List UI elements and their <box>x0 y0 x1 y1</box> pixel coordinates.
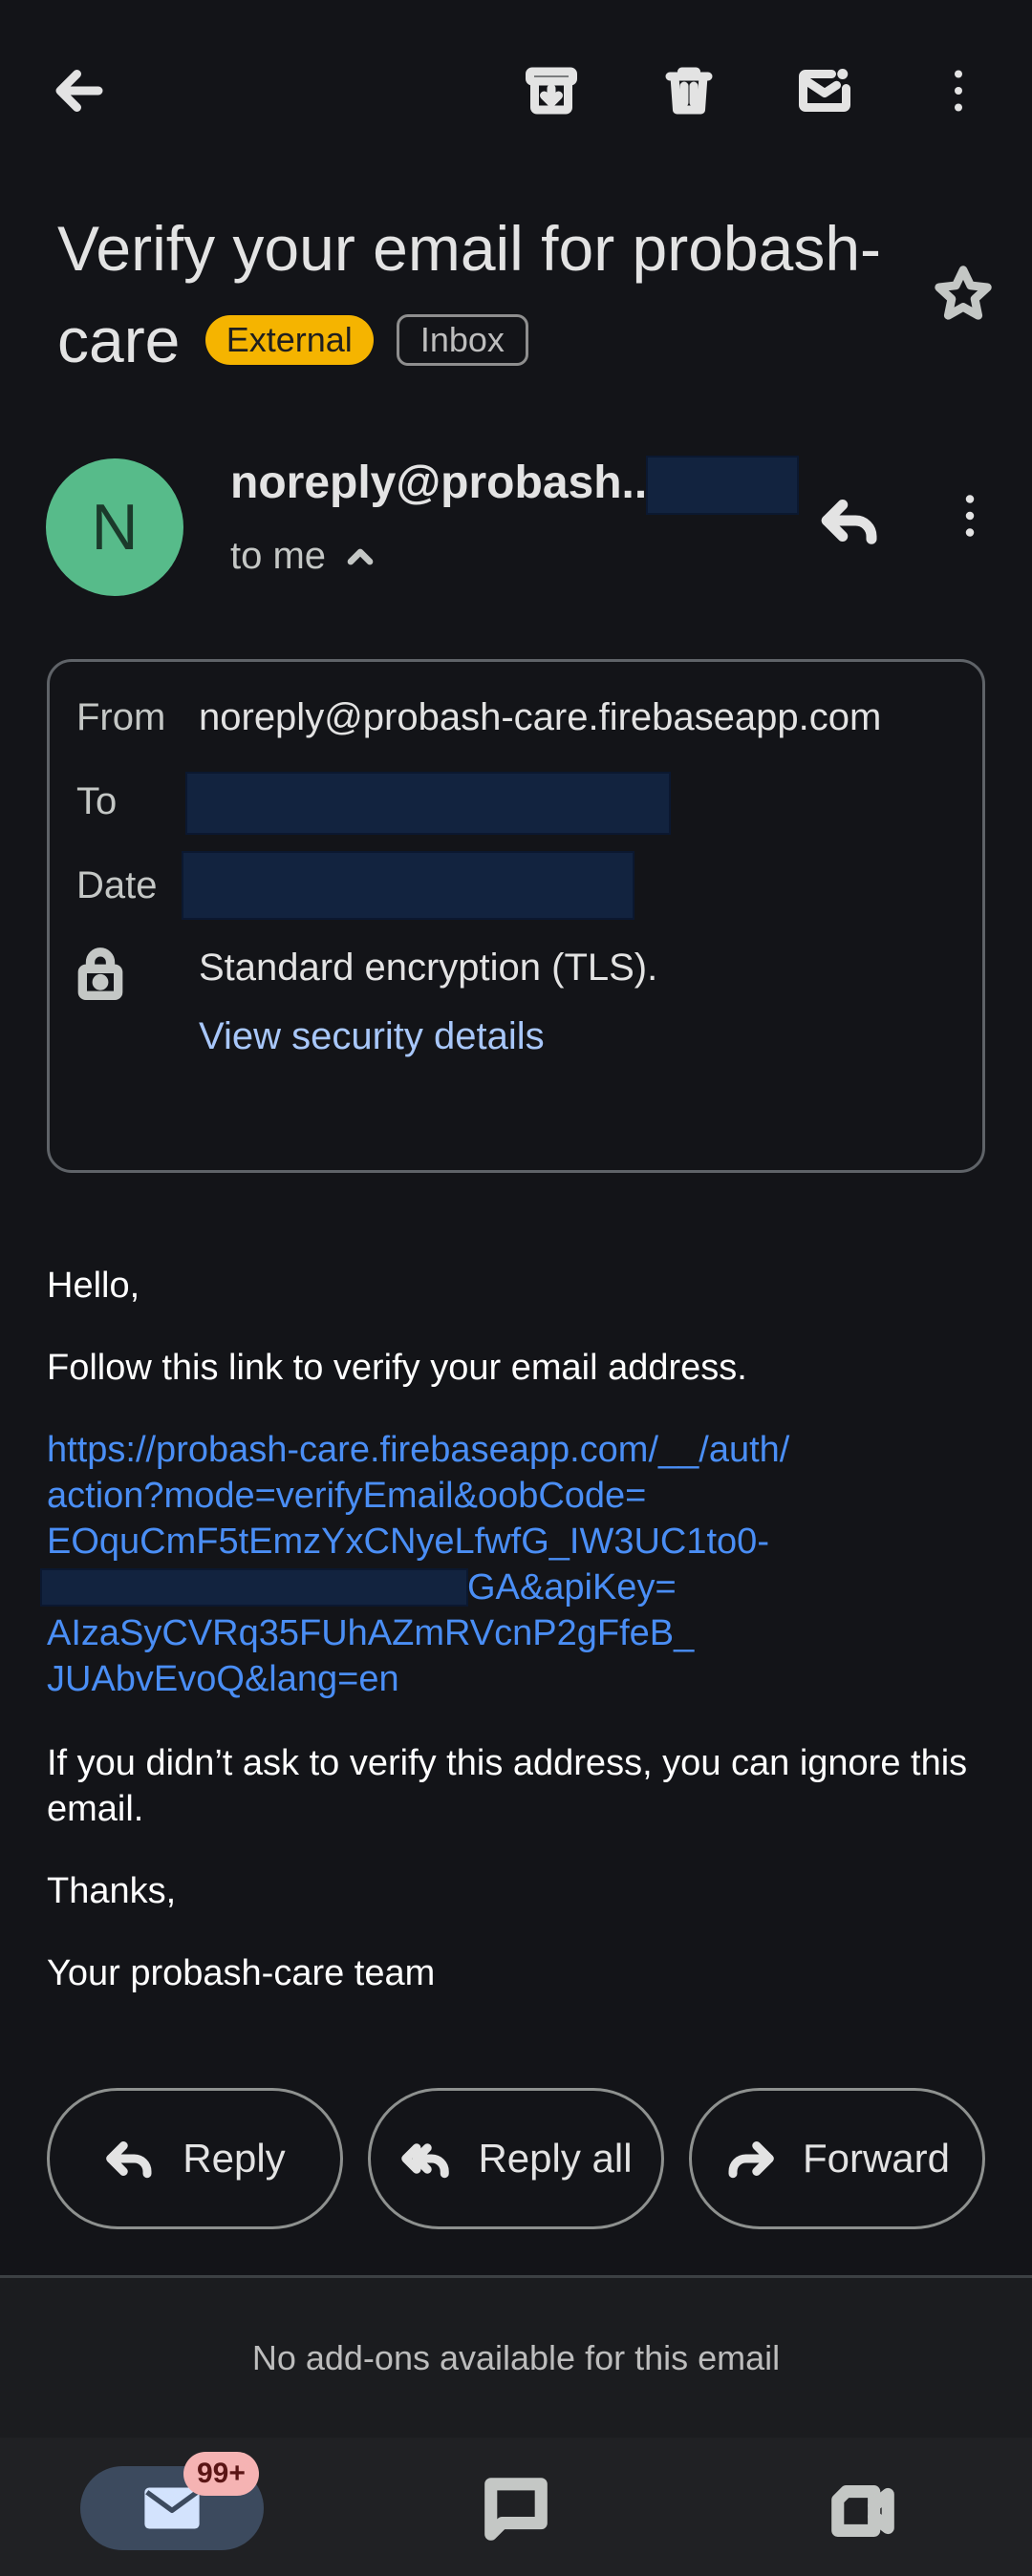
reply-all-button[interactable]: Reply all <box>368 2088 664 2229</box>
unread-count-badge: 99+ <box>183 2452 259 2496</box>
recipient-toggle[interactable]: to me <box>230 535 379 578</box>
link-line: https://probash-care.firebaseapp.com/__/… <box>47 1430 790 1470</box>
delete-button[interactable] <box>646 48 732 134</box>
forward-label: Forward <box>802 2136 951 2181</box>
reply-all-icon <box>401 2143 450 2179</box>
star-icon <box>935 266 992 320</box>
quick-reply-button[interactable] <box>807 478 893 564</box>
redacted-block <box>646 456 799 515</box>
mail-unread-icon <box>799 69 850 112</box>
verification-link[interactable]: https://probash-care.firebaseapp.com/__/… <box>47 1427 964 1702</box>
more-options-button[interactable] <box>915 48 1001 134</box>
star-button[interactable] <box>932 263 995 326</box>
link-line: JUAbvEvoQ&lang=en <box>47 1659 399 1699</box>
encryption-text: Standard encryption (TLS). <box>199 947 658 989</box>
redacted-block <box>182 851 634 920</box>
chat-icon <box>484 2478 548 2541</box>
link-line: action?mode=verifyEmail&oobCode= <box>47 1476 647 1516</box>
reply-all-label: Reply all <box>478 2136 633 2181</box>
lock-icon <box>76 947 124 1000</box>
trash-icon <box>665 67 713 115</box>
message-details: From noreply@probash-care.firebaseapp.co… <box>47 659 985 1173</box>
link-line: AIzaSyCVRq35FUhAZmRVcnP2gFfeB_ <box>47 1613 695 1653</box>
redacted-block <box>185 772 671 835</box>
more-vert-icon <box>955 70 962 112</box>
email-view: Verify your email for probash-care Exter… <box>0 0 1032 2576</box>
more-vert-icon <box>965 495 975 537</box>
forward-icon <box>728 2141 774 2179</box>
mark-unread-button[interactable] <box>782 48 868 134</box>
reply-icon <box>106 2141 152 2179</box>
from-label: From <box>76 696 166 738</box>
from-value[interactable]: noreply@probash-care.firebaseapp.com <box>199 696 881 739</box>
redacted-block <box>40 1568 468 1607</box>
inbox-label[interactable]: Inbox <box>396 313 528 366</box>
sender-more-button[interactable] <box>932 473 1008 559</box>
thanks-text: Thanks, <box>47 1871 177 1911</box>
forward-button[interactable]: Forward <box>689 2088 985 2229</box>
external-badge: External <box>204 314 374 365</box>
video-camera-icon <box>831 2485 894 2537</box>
instruction: Follow this link to verify your email ad… <box>47 1348 747 1388</box>
greeting: Hello, <box>47 1266 140 1306</box>
ignore-text: If you didn’t ask to verify this address… <box>47 1743 968 1829</box>
bottom-navigation: 99+ <box>0 2438 1032 2576</box>
addons-message: No add-ons available for this email <box>0 2278 1032 2438</box>
top-toolbar <box>0 0 1032 181</box>
arrow-left-icon <box>55 70 103 112</box>
signature-text: Your probash-care team <box>47 1953 436 1993</box>
sender-name[interactable]: noreply@probash... <box>230 457 660 509</box>
archive-icon <box>526 67 577 115</box>
reply-icon <box>821 500 877 544</box>
link-line: EOquCmF5tEmzYxCNyeLfwfG_IW3UC1to0- <box>47 1522 769 1562</box>
nav-meet-tab[interactable] <box>829 2478 896 2541</box>
view-security-details-link[interactable]: View security details <box>199 1015 545 1058</box>
reply-label: Reply <box>183 2136 286 2181</box>
nav-chat-tab[interactable] <box>483 2476 549 2543</box>
back-button[interactable] <box>36 48 122 134</box>
email-subject: Verify your email for probash-care Exter… <box>57 202 917 386</box>
avatar[interactable]: N <box>46 458 183 596</box>
date-label: Date <box>76 864 158 906</box>
to-label: To <box>76 780 118 822</box>
archive-button[interactable] <box>508 48 594 134</box>
recipient-label: to me <box>230 535 327 577</box>
reply-button[interactable]: Reply <box>47 2088 343 2229</box>
chevron-up-icon <box>347 548 374 564</box>
